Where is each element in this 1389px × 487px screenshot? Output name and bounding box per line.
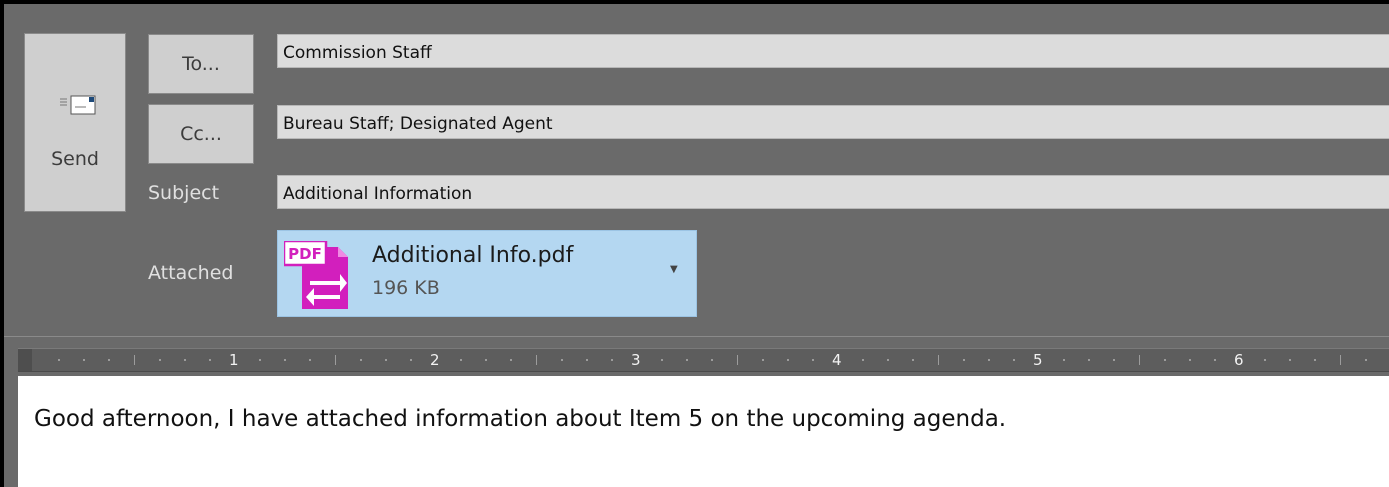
ruler-dot bbox=[259, 359, 262, 361]
ruler-half-tick bbox=[535, 355, 537, 365]
compose-window: Send To... Cc... Commission Staff Bureau… bbox=[4, 4, 1389, 487]
subject-label: Subject bbox=[148, 182, 220, 204]
ruler-dot bbox=[384, 359, 387, 361]
attached-label: Attached bbox=[148, 262, 234, 284]
ruler-dot bbox=[485, 359, 488, 361]
pdf-badge-text: PDF bbox=[288, 245, 322, 263]
ruler-dot bbox=[1289, 359, 1292, 361]
ruler-number: 3 bbox=[631, 351, 641, 369]
ruler-half-tick bbox=[937, 355, 939, 365]
ruler-number: 1 bbox=[229, 351, 239, 369]
ruler-dot bbox=[1188, 359, 1191, 361]
ruler-dot bbox=[1163, 359, 1166, 361]
ruler-dot bbox=[1213, 359, 1216, 361]
ruler-dot bbox=[108, 359, 111, 361]
ruler-dot bbox=[786, 359, 789, 361]
ruler-half-tick bbox=[1138, 355, 1140, 365]
message-text: Good afternoon, I have attached informat… bbox=[34, 406, 1007, 432]
ruler-dot bbox=[284, 359, 287, 361]
chevron-down-icon[interactable]: ▼ bbox=[670, 264, 678, 275]
attachment-filesize: 196 KB bbox=[372, 277, 440, 299]
ruler-dot bbox=[585, 359, 588, 361]
ruler-dot bbox=[183, 359, 186, 361]
ruler-half-tick bbox=[334, 355, 336, 365]
ruler-dot bbox=[887, 359, 890, 361]
ruler-dot bbox=[158, 359, 161, 361]
ruler-dot bbox=[1364, 359, 1367, 361]
ruler-number: 6 bbox=[1234, 351, 1244, 369]
ruler-dot bbox=[309, 359, 312, 361]
ruler-number: 4 bbox=[832, 351, 842, 369]
to-button[interactable]: To... bbox=[148, 34, 254, 94]
send-button[interactable]: Send bbox=[24, 33, 126, 212]
ruler-dot bbox=[686, 359, 689, 361]
pdf-file-icon: PDF bbox=[284, 241, 348, 309]
ruler-dot bbox=[510, 359, 513, 361]
ruler-dot bbox=[1314, 359, 1317, 361]
ruler-dot bbox=[661, 359, 664, 361]
attachment-item[interactable]: PDF Additional Info.pdf 196 KB ▼ bbox=[277, 230, 697, 317]
envelope-icon bbox=[60, 95, 96, 115]
ruler-dot bbox=[912, 359, 915, 361]
ruler-dot bbox=[1088, 359, 1091, 361]
ruler[interactable]: 1 2 3 4 5 6 bbox=[18, 348, 1389, 372]
attachment-filename: Additional Info.pdf bbox=[372, 243, 574, 268]
ruler-dot bbox=[83, 359, 86, 361]
ruler-dot bbox=[208, 359, 211, 361]
ruler-half-tick bbox=[133, 355, 135, 365]
ruler-dot bbox=[1063, 359, 1066, 361]
ruler-dot bbox=[1264, 359, 1267, 361]
ruler-dot bbox=[58, 359, 61, 361]
ruler-number: 5 bbox=[1033, 351, 1043, 369]
cc-field[interactable]: Bureau Staff; Designated Agent bbox=[277, 105, 1389, 139]
ruler-left-margin bbox=[18, 349, 32, 371]
ruler-dot bbox=[711, 359, 714, 361]
cc-button[interactable]: Cc... bbox=[148, 104, 254, 164]
ruler-dot bbox=[962, 359, 965, 361]
ruler-dot bbox=[409, 359, 412, 361]
ruler-dot bbox=[987, 359, 990, 361]
ruler-half-tick bbox=[1339, 355, 1341, 365]
ruler-dot bbox=[359, 359, 362, 361]
ruler-dot bbox=[610, 359, 613, 361]
ruler-dot bbox=[1113, 359, 1116, 361]
ruler-dot bbox=[560, 359, 563, 361]
ruler-dot bbox=[1012, 359, 1015, 361]
ruler-dot bbox=[862, 359, 865, 361]
message-body[interactable]: Good afternoon, I have attached informat… bbox=[18, 376, 1389, 487]
to-field[interactable]: Commission Staff bbox=[277, 34, 1389, 68]
ruler-number: 2 bbox=[430, 351, 440, 369]
ruler-dot bbox=[811, 359, 814, 361]
ruler-dot bbox=[761, 359, 764, 361]
subject-field[interactable]: Additional Information bbox=[277, 175, 1389, 209]
send-label: Send bbox=[51, 148, 99, 170]
ruler-dot bbox=[460, 359, 463, 361]
ruler-half-tick bbox=[736, 355, 738, 365]
